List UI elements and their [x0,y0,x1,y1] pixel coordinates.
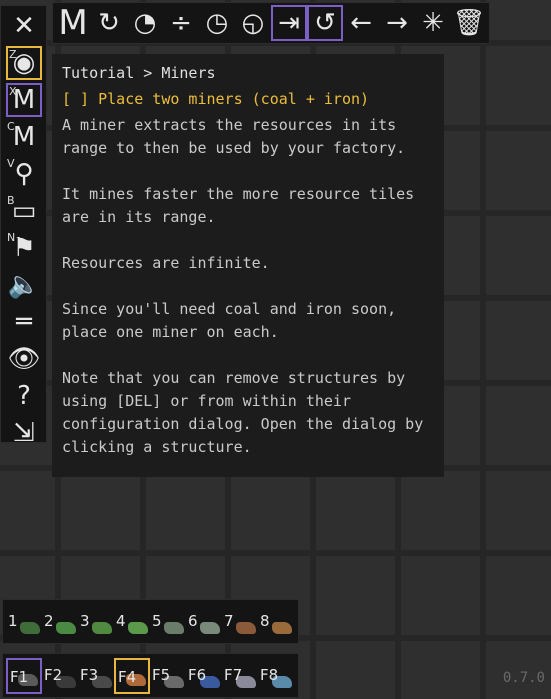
hotkey-label: C [7,120,15,133]
fkey-hotbar-slot[interactable]: F8 [258,658,294,694]
number-hotbar-slot[interactable]: 8 [258,604,294,640]
fkey-hotbar-slot[interactable]: F3 [78,658,114,694]
fkey-hotbar-slot[interactable]: F1 [6,657,42,694]
insert-icon[interactable]: ⇥ [271,5,307,41]
fkey-hotbar-slot[interactable]: F4 [114,657,150,694]
structure-icon [20,621,40,634]
breadcrumb: Tutorial > Miners [62,64,216,82]
menu-button[interactable]: ═ [6,305,42,339]
slot-key-label: F4 [118,667,137,686]
slot-key-label: 7 [224,611,234,630]
structure-icon [128,621,148,634]
trash-icon[interactable]: 🗑 [451,5,487,41]
storage-button[interactable]: B ▭ [6,194,42,228]
tutorial-paragraph: Resources are infinite. [62,254,270,272]
structure-icon [272,621,292,634]
version-label: 0.7.0 [502,670,545,686]
slot-key-label: F5 [152,665,171,684]
structure-icon [164,621,184,634]
close-icon[interactable]: ✕ [6,9,42,43]
top-toolbar: M ↻ ◔ ÷ ◷ ◵ ⇥ ↺ ← → ✳ 🗑 [52,2,490,44]
number-hotbar-slot[interactable]: 3 [78,604,114,640]
slot-key-label: F2 [44,665,63,684]
eye-tool-button[interactable]: Z ◉ [6,46,42,80]
tutorial-panel: Tutorial > Miners [ ] Place two miners (… [52,54,444,477]
fkey-hotbar: F1 F2 F3 F4 F5 F6 F7 F8 [2,653,299,698]
slot-key-label: 1 [8,611,18,630]
exit-icon: ⇲ [13,418,35,448]
hotkey-label: B [7,194,15,207]
sidebar-glyph: ✕ [13,11,35,41]
structure-icon [200,621,220,634]
eye-icon: 👁 [7,344,41,374]
fkey-hotbar-slot[interactable]: F5 [150,658,186,694]
clock-icon[interactable]: ◷ [199,5,235,41]
flag-button[interactable]: N ⚑ [6,231,42,265]
number-hotbar-slot[interactable]: 5 [150,604,186,640]
rotate-cw-icon[interactable]: ◔ [127,5,163,41]
arrow-left-icon[interactable]: ← [343,5,379,41]
slot-key-label: F1 [10,667,29,686]
miner-tool-button[interactable]: M [55,3,91,43]
tutorial-paragraph: It mines faster the more resource tiles … [62,185,415,226]
exit-button[interactable]: ⇲ [6,416,42,450]
equals-icon: ═ [16,307,32,337]
number-hotbar: 1 2 3 4 5 6 7 8 [2,599,299,644]
number-hotbar-slot[interactable]: 6 [186,604,222,640]
slot-key-label: 5 [152,611,162,630]
sound-button[interactable]: 🔈 [6,268,42,302]
structure-icon [236,621,256,634]
question-icon: ? [17,381,31,411]
number-hotbar-slot[interactable]: 4 [114,604,150,640]
search-button[interactable]: V ⚲ [6,157,42,191]
hotkey-label: N [7,231,16,244]
slot-key-label: F7 [224,665,243,684]
hotkey-label: X [9,85,17,98]
tutorial-paragraph: A miner extracts the resources in its ra… [62,116,406,157]
divide-icon[interactable]: ÷ [163,5,199,41]
number-hotbar-slot[interactable]: 1 [6,604,42,640]
flag-icon: ⚑ [12,233,36,263]
left-sidebar: ✕ Z ◉ XM CM V ⚲ B ▭ N ⚑ 🔈 ═ 👁 ? ⇲ [0,5,47,448]
tutorial-paragraph: Since you'll need coal and iron soon, pl… [62,300,397,341]
speaker-icon: 🔈 [7,270,41,300]
search-icon: ⚲ [14,159,34,189]
rotate-selected-icon[interactable]: ↺ [307,5,343,41]
fast-clock-icon[interactable]: ◵ [235,5,271,41]
miner-alt-button[interactable]: CM [6,120,42,154]
fkey-hotbar-slot[interactable]: F2 [42,658,78,694]
miner-build-button[interactable]: XM [6,83,42,117]
undo-rotate-icon[interactable]: ↻ [91,5,127,41]
number-hotbar-slot[interactable]: 2 [42,604,78,640]
number-hotbar-slot[interactable]: 7 [222,604,258,640]
slot-key-label: 2 [44,611,54,630]
arrow-right-icon[interactable]: → [379,5,415,41]
view-button[interactable]: 👁 [6,342,42,376]
fkey-hotbar-slot[interactable]: F7 [222,658,258,694]
slot-key-label: 3 [80,611,90,630]
hotkey-label: V [7,157,15,170]
burst-icon[interactable]: ✳ [415,5,451,41]
storage-icon: ▭ [11,196,37,226]
slot-key-label: F6 [188,665,207,684]
tutorial-paragraph: Note that you can remove structures by u… [62,369,424,456]
slot-key-label: F8 [260,665,279,684]
task-checkbox-label: [ ] Place two miners (coal + iron) [62,90,370,108]
miner-icon: M [12,122,36,152]
slot-key-label: F3 [80,665,99,684]
slot-key-label: 8 [260,611,270,630]
slot-key-label: 4 [116,611,126,630]
structure-icon [92,621,112,634]
help-button[interactable]: ? [6,379,42,413]
hotkey-label: Z [9,48,17,61]
fkey-hotbar-slot[interactable]: F6 [186,658,222,694]
slot-key-label: 6 [188,611,198,630]
structure-icon [56,621,76,634]
